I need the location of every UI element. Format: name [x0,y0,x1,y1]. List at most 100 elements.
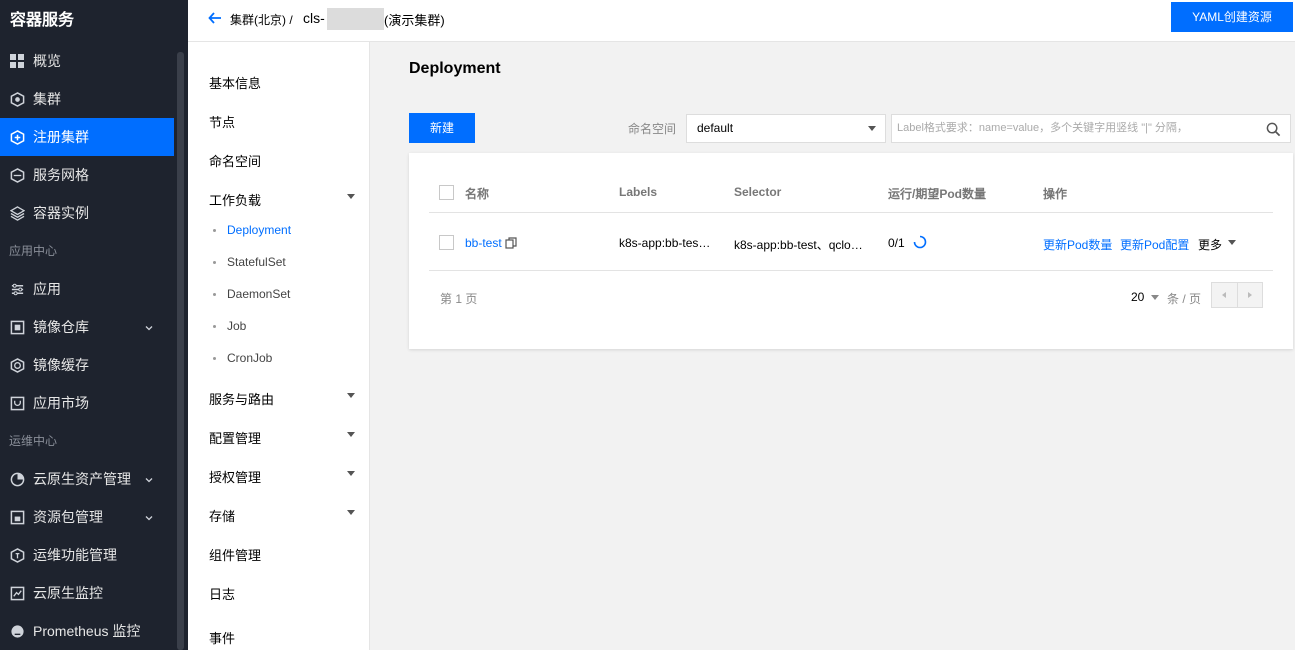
next-page-icon[interactable] [1236,283,1263,307]
cluster-name: (演示集群) [384,13,445,28]
sidebar-item-asset[interactable]: 云原生资产管理 [0,460,174,498]
subnav-service-routing[interactable]: 服务与路由 [209,389,274,408]
loading-spinner-icon [913,235,927,252]
breadcrumb[interactable]: 集群(北京) / [230,11,293,28]
mesh-icon [9,167,25,183]
new-button[interactable]: 新建 [409,113,475,143]
sidebar-item-cluster[interactable]: 集群 [0,80,174,118]
page-info: 第 1 页 [440,292,478,306]
pod-count: 0/1 [888,236,905,250]
deployment-name-link[interactable]: bb-test [465,236,502,250]
label-search-input[interactable]: Label格式要求：name=value，多个关键字用竖线 "|" 分隔， [891,114,1291,143]
top-header: 集群(北京) / cls- (演示集群) YAML创建资源 [188,0,1295,42]
caret-down-icon [347,194,355,199]
subnav-daemonset[interactable]: DaemonSet [227,287,290,301]
main-sidebar: 容器服务 概览 集群 注册集群 服务网格 容器实例 应用中心 应用 镜像仓库 镜… [0,0,188,650]
sidebar-item-label: 云原生资产管理 [33,471,131,487]
sidebar-item-prometheus[interactable]: Prometheus 监控 [0,612,174,650]
sidebar-item-package[interactable]: 资源包管理 [0,498,174,536]
sidebar-item-overview[interactable]: 概览 [0,42,174,80]
copy-icon[interactable] [505,237,517,252]
sidebar-item-label: 运维功能管理 [33,547,117,563]
bullet-icon [213,229,216,232]
subnav-workloads[interactable]: 工作负载 [209,190,261,209]
grid-icon [9,53,25,69]
sidebar-item-app-market[interactable]: 应用市场 [0,384,174,422]
group-title-ops: 运维中心 [9,434,58,448]
sidebar-item-label: Prometheus 监控 [33,623,141,639]
yaml-create-button[interactable]: YAML创建资源 [1171,2,1293,32]
cluster-id-mask [327,8,384,30]
subnav-logs[interactable]: 日志 [209,584,235,603]
sidebar-item-label: 应用市场 [33,395,89,411]
caret-down-icon [1228,240,1236,245]
sidebar-item-label: 镜像缓存 [33,357,89,373]
namespace-label: 命名空间 [628,122,677,136]
row-checkbox[interactable] [439,235,454,250]
sidebar-item-label: 云原生监控 [33,585,103,601]
namespace-select[interactable]: default [686,114,886,143]
caret-down-icon [868,126,876,131]
column-header-pods: 运行/期望Pod数量 [888,187,986,201]
bullet-icon [213,325,216,328]
monitor-icon [9,585,25,601]
select-all-checkbox[interactable] [439,185,454,200]
more-actions-button[interactable]: 更多 [1198,236,1222,253]
subnav-components[interactable]: 组件管理 [209,545,261,564]
subnav-basic-info[interactable]: 基本信息 [209,73,261,92]
bullet-icon [213,357,216,360]
subnav-storage[interactable]: 存储 [209,506,235,525]
subnav-events[interactable]: 事件 [209,628,235,647]
chevron-down-icon [144,472,154,483]
subnav-auth[interactable]: 授权管理 [209,467,261,486]
sidebar-item-label: 概览 [33,53,61,69]
app-icon [9,281,25,297]
sidebar-item-monitor[interactable]: 云原生监控 [0,574,174,612]
sidebar-item-ops[interactable]: 运维功能管理 [0,536,174,574]
page-title: Deployment [409,60,501,77]
subnav-deployment[interactable]: Deployment [227,223,291,237]
pagination-buttons [1211,282,1263,308]
sidebar-item-label: 服务网格 [33,167,89,183]
per-page-label: 条 / 页 [1167,292,1202,306]
sidebar-item-label: 镜像仓库 [33,319,89,335]
subnav-namespaces[interactable]: 命名空间 [209,151,261,170]
sidebar-item-label: 集群 [33,91,61,107]
group-title-app: 应用中心 [9,244,58,258]
asset-icon [9,471,25,487]
sidebar-item-label: 资源包管理 [33,509,103,525]
back-arrow-icon[interactable] [208,11,222,28]
sidebar-item-app[interactable]: 应用 [0,270,174,308]
sidebar-item-label: 应用 [33,281,61,297]
sidebar-item-service-mesh[interactable]: 服务网格 [0,156,174,194]
search-icon[interactable] [1266,121,1281,148]
search-placeholder: Label格式要求：name=value，多个关键字用竖线 "|" 分隔， [897,122,1188,134]
deployment-selector: k8s-app:bb-test、qclo… [734,238,863,252]
sidebar-item-image-repo[interactable]: 镜像仓库 [0,308,174,346]
sidebar-item-register-cluster[interactable]: 注册集群 [0,118,174,156]
column-header-labels: Labels [619,185,658,199]
sidebar-item-label: 容器实例 [33,205,89,221]
subnav-nodes[interactable]: 节点 [209,112,235,131]
chevron-down-icon [144,320,154,331]
subnav-job[interactable]: Job [227,319,246,333]
caret-down-icon [347,432,355,437]
subnav-cronjob[interactable]: CronJob [227,351,272,365]
prev-page-icon[interactable] [1212,283,1237,307]
column-header-selector: Selector [734,185,782,199]
deployment-table-card: 名称 Labels Selector 运行/期望Pod数量 操作 bb-test… [409,153,1293,349]
page-size-select[interactable]: 20 [1131,290,1144,304]
update-pod-config-link[interactable]: 更新Pod配置 [1120,236,1189,253]
subnav-config[interactable]: 配置管理 [209,428,261,447]
update-pod-count-link[interactable]: 更新Pod数量 [1043,236,1112,253]
sidebar-item-label: 注册集群 [33,129,89,145]
sidebar-scrollbar[interactable] [177,52,184,650]
sidebar-item-image-cache[interactable]: 镜像缓存 [0,346,174,384]
caret-down-icon [347,393,355,398]
sidebar-item-container-instance[interactable]: 容器实例 [0,194,174,232]
caret-down-icon [347,510,355,515]
caret-down-icon [1151,295,1159,300]
subnav-statefulset[interactable]: StatefulSet [227,255,286,269]
prometheus-icon [9,623,25,639]
bullet-icon [213,261,216,264]
